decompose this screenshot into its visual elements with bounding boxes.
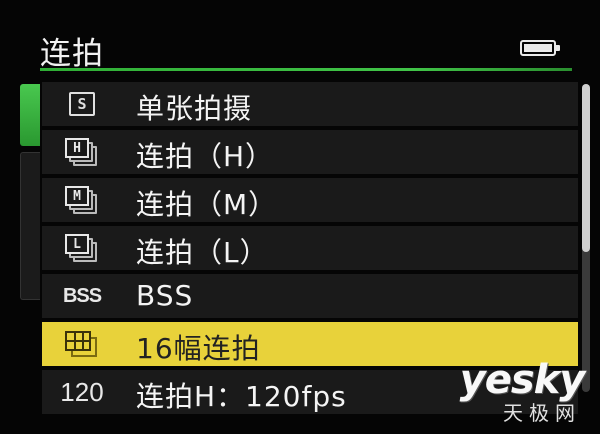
continuous-low-icon: L [65, 234, 99, 262]
menu-header: 连拍 [0, 0, 600, 74]
continuous-high-icon: H [65, 138, 99, 166]
page-title: 连拍 [40, 36, 104, 72]
watermark-subtext: 天极网 [503, 401, 581, 425]
menu-item-continuous-medium[interactable]: M 连拍（M） [42, 178, 578, 222]
multi-shot-16-icon [65, 331, 99, 357]
menu-item-label: 连拍（L） [136, 236, 269, 269]
menu-scrollbar[interactable] [582, 84, 590, 392]
site-watermark: yesky 天极网 [452, 358, 592, 426]
menu-item-continuous-low[interactable]: L 连拍（L） [42, 226, 578, 270]
single-frame-icon: S [69, 92, 95, 116]
camera-menu-screen: 连拍 S 单张拍摄 H 连拍（H） M 连拍（M） L 连拍（L） BSS BS… [0, 0, 600, 434]
watermark-logo-text: yesky [459, 357, 586, 403]
fps-120-icon: 120 [60, 376, 104, 407]
menu-item-label: 连拍（H） [136, 140, 275, 173]
bss-icon: BSS [62, 284, 102, 307]
menu-tab-setup[interactable] [20, 152, 40, 300]
menu-item-label: 单张拍摄 [136, 92, 253, 125]
menu-item-continuous-high[interactable]: H 连拍（H） [42, 130, 578, 174]
menu-item-single[interactable]: S 单张拍摄 [42, 82, 578, 126]
scrollbar-thumb[interactable] [582, 84, 590, 252]
menu-item-bss[interactable]: BSS BSS [42, 274, 578, 318]
continuous-medium-icon: M [65, 186, 99, 214]
battery-icon [520, 40, 560, 56]
menu-item-label: 连拍H：120fps [136, 380, 347, 413]
menu-item-label: BSS [136, 279, 194, 312]
header-divider [40, 68, 572, 71]
menu-item-label: 16幅连拍 [136, 332, 261, 365]
menu-item-label: 连拍（M） [136, 188, 278, 221]
menu-tab-shooting[interactable] [20, 84, 40, 146]
